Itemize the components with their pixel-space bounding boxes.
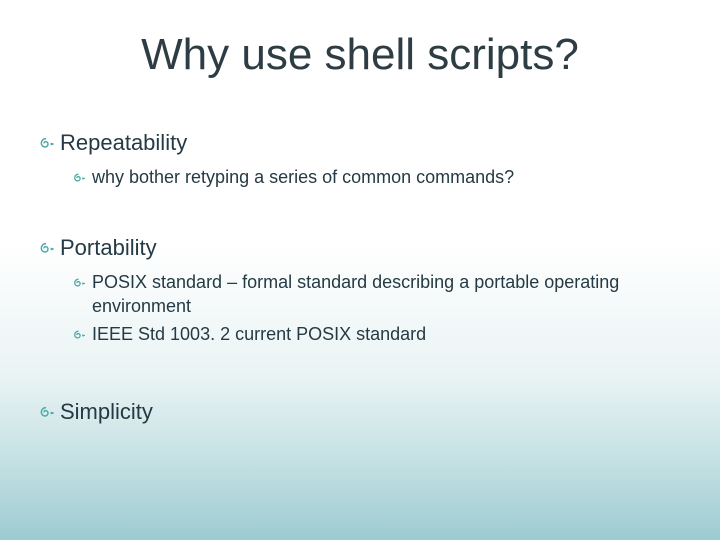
sub-list-item: IEEE Std 1003. 2 current POSIX standard [72, 322, 670, 346]
slide-content: Repeatability why bother retyping a seri… [38, 128, 670, 434]
swirl-bullet-icon [72, 270, 92, 319]
list-item: Portability [38, 233, 670, 264]
list-item-label: Portability [60, 233, 157, 264]
sub-list-item-text: IEEE Std 1003. 2 current POSIX standard [92, 322, 426, 346]
swirl-bullet-icon [38, 128, 60, 159]
list-item: Simplicity [38, 397, 670, 428]
list-item-label: Simplicity [60, 397, 153, 428]
sub-list-item-text: POSIX standard – formal standard describ… [92, 270, 670, 319]
swirl-bullet-icon [72, 165, 92, 189]
sub-list-item-text: why bother retyping a series of common c… [92, 165, 514, 189]
swirl-bullet-icon [38, 233, 60, 264]
swirl-bullet-icon [72, 322, 92, 346]
slide: Why use shell scripts? Repeatability why… [0, 0, 720, 540]
list-item: Repeatability [38, 128, 670, 159]
slide-title: Why use shell scripts? [0, 30, 720, 80]
sub-list-item: why bother retyping a series of common c… [72, 165, 670, 189]
list-item-label: Repeatability [60, 128, 187, 159]
swirl-bullet-icon [38, 397, 60, 428]
sub-list-item: POSIX standard – formal standard describ… [72, 270, 670, 319]
